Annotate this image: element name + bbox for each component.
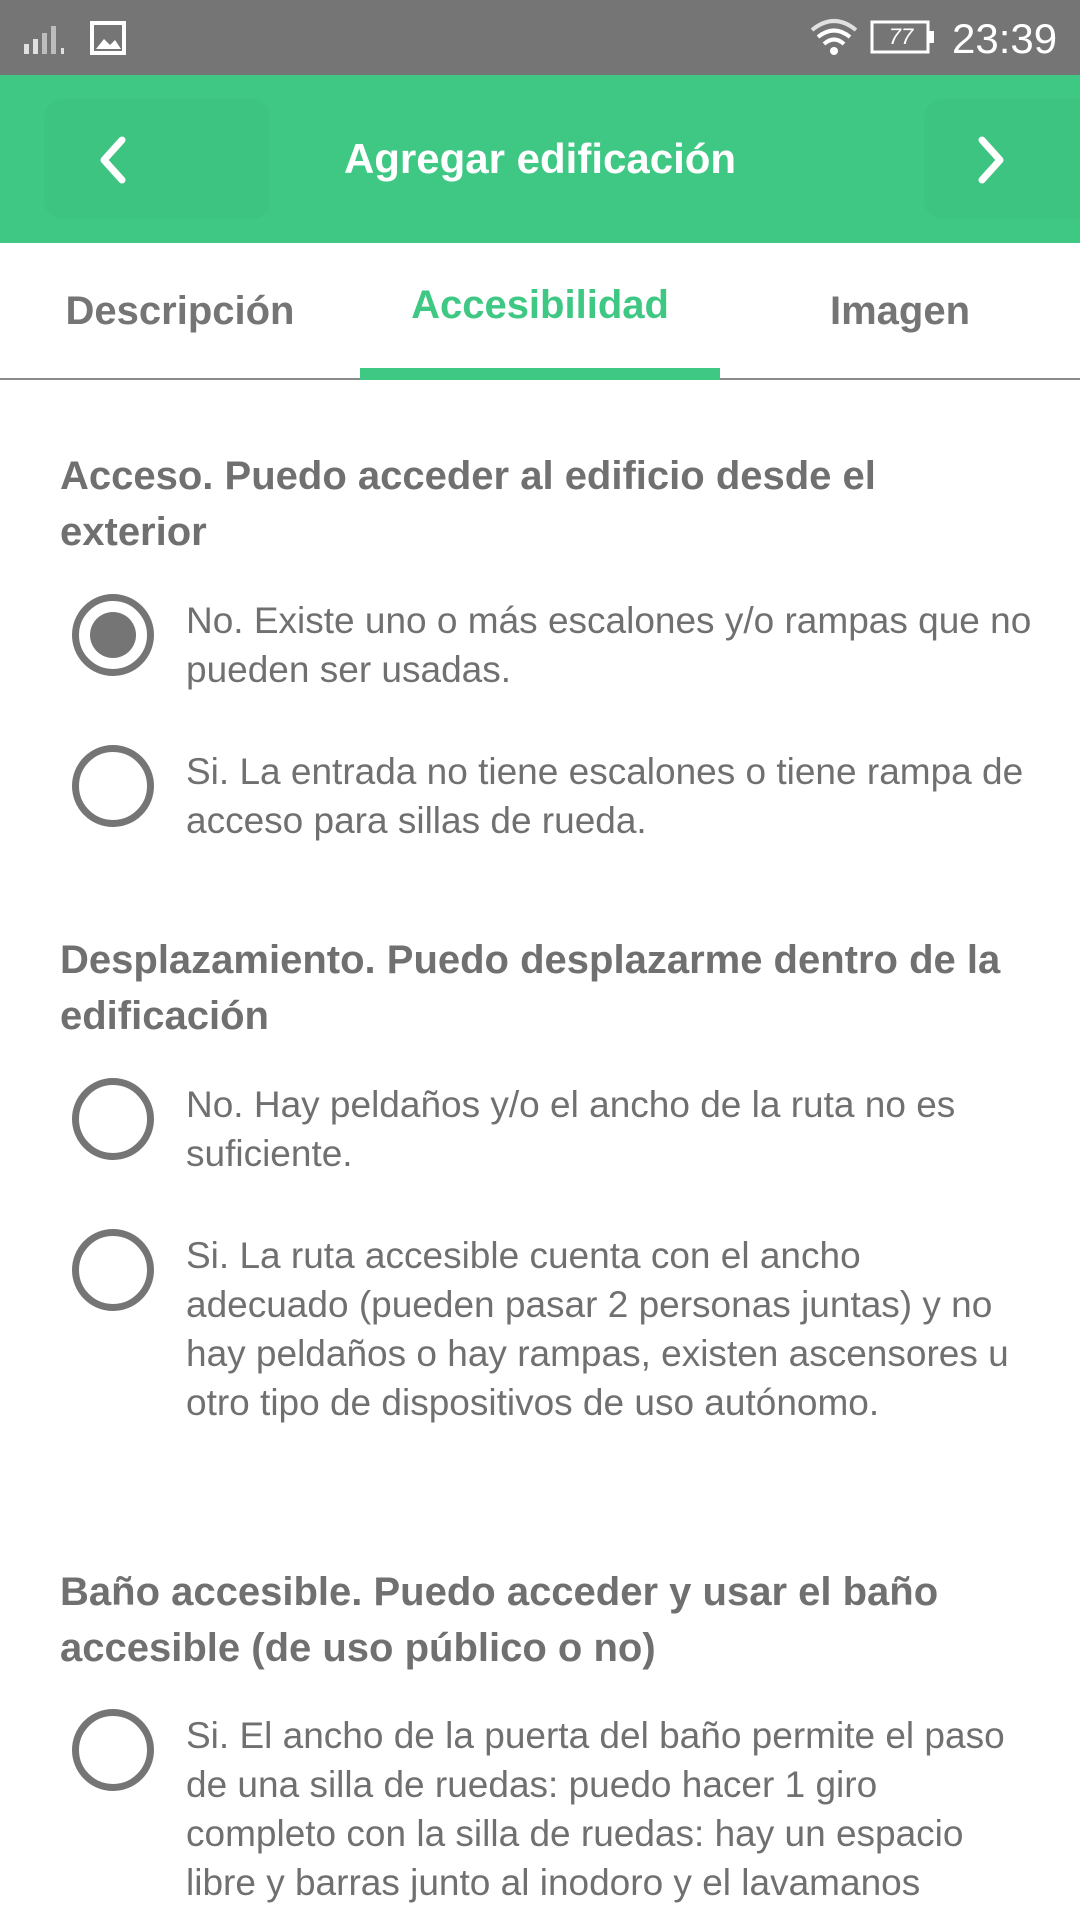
active-tab-indicator	[360, 368, 720, 380]
chevron-right-icon	[978, 136, 1004, 184]
app-bar: Agregar edificación	[0, 75, 1080, 243]
tab-label: Accesibilidad	[411, 283, 669, 327]
option-label: No. Hay peldaños y/o el ancho de la ruta…	[186, 1084, 956, 1174]
back-button[interactable]	[44, 99, 270, 219]
radio-button[interactable]	[72, 1229, 154, 1311]
question-title-acceso: Acceso. Puedo acceder al edificio desde …	[60, 454, 876, 554]
signal-icon	[24, 26, 64, 54]
chevron-left-icon	[100, 136, 126, 184]
option-label: Si. La ruta accesible cuenta con el anch…	[186, 1235, 1009, 1423]
form-content: Acceso. Puedo acceder al edificio desde …	[0, 380, 1080, 1920]
tab-imagen[interactable]: Imagen	[720, 243, 1080, 378]
radio-button[interactable]	[72, 745, 154, 827]
tab-label: Descripción	[65, 289, 295, 333]
option-label: No. Existe uno o más escalones y/o rampa…	[186, 600, 1032, 690]
image-icon	[90, 21, 126, 55]
forward-button[interactable]	[924, 99, 1080, 219]
option-label: Si. La entrada no tiene escalones o tien…	[186, 751, 1024, 841]
status-time: 23:39	[952, 15, 1058, 62]
battery-level: 77	[888, 24, 914, 49]
radio-button-selected[interactable]	[72, 594, 154, 676]
question-title-desplazamiento: Desplazamiento. Puedo desplazarme dentro…	[60, 938, 1001, 1038]
tab-accesibilidad[interactable]: Accesibilidad	[360, 243, 720, 378]
option-label: Si. El ancho de la puerta del baño permi…	[186, 1715, 1005, 1903]
wifi-icon	[810, 19, 858, 55]
radio-button[interactable]	[72, 1078, 154, 1160]
question-title-bano: Baño accesible. Puedo acceder y usar el …	[60, 1570, 939, 1670]
radio-button[interactable]	[72, 1709, 154, 1791]
app-screen: 77 23:39 Agregar edificación Descripción…	[0, 0, 1080, 1920]
status-bar: 77 23:39	[0, 0, 1080, 75]
tab-label: Imagen	[829, 289, 971, 333]
tab-descripcion[interactable]: Descripción	[0, 243, 360, 378]
tab-bar: Descripción Accesibilidad Imagen	[0, 243, 1080, 380]
